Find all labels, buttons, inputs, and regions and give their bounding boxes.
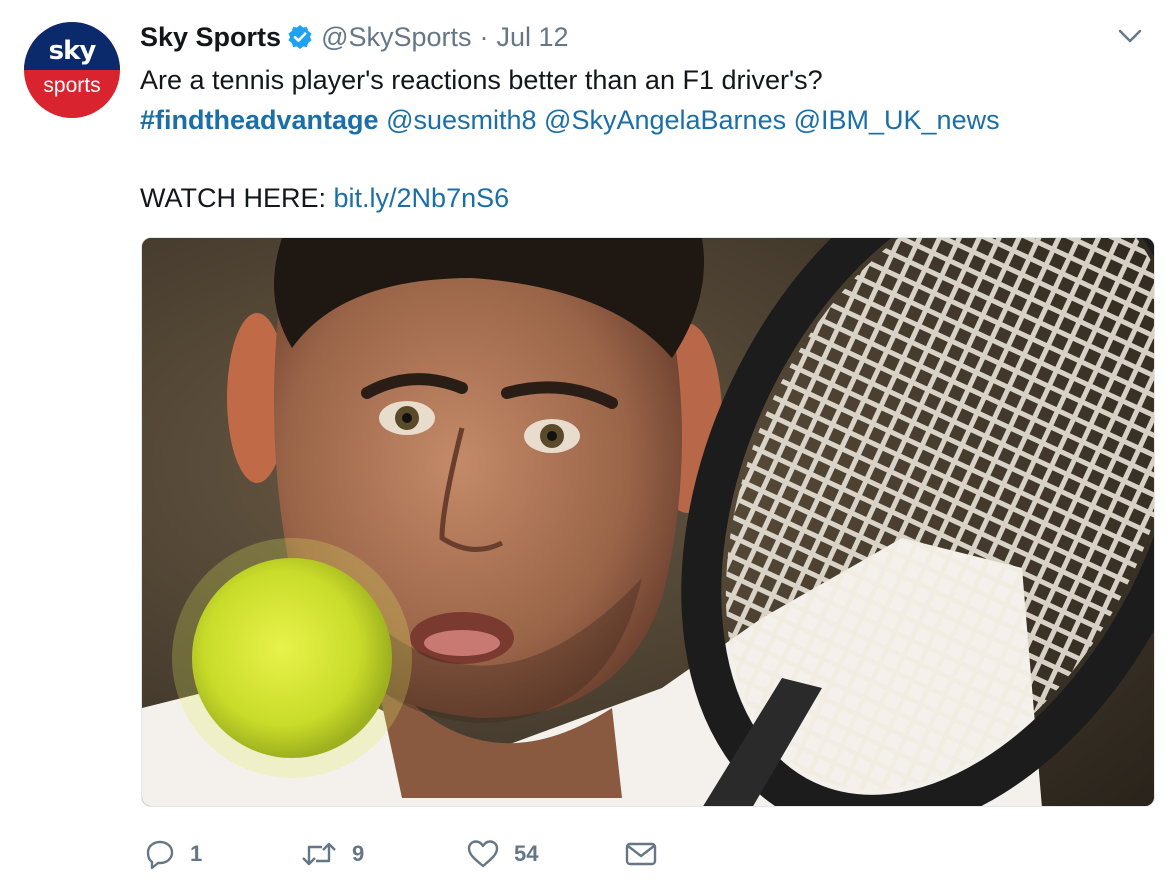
direct-message-button[interactable] (624, 832, 658, 876)
watch-label: WATCH HERE: (140, 183, 326, 213)
tweet-card: sky sports Sky Sports @SkySports · Jul 1… (0, 0, 1174, 888)
heart-icon (466, 838, 500, 870)
watch-line: WATCH HERE: bit.ly/2Nb7nS6 (140, 178, 1000, 218)
envelope-icon (624, 839, 658, 869)
tweet-tags-line: #findtheadvantage @suesmith8 @SkyAngelaB… (140, 100, 1000, 140)
mention-link[interactable]: @SkyAngelaBarnes (544, 105, 786, 135)
reply-count: 1 (190, 841, 203, 866)
mention-link[interactable]: @suesmith8 (386, 105, 536, 135)
tweet-text: Are a tennis player's reactions better t… (140, 60, 1000, 218)
header-separator: · (479, 22, 489, 52)
hashtag-link[interactable]: #findtheadvantage (140, 105, 379, 135)
retweet-icon (300, 838, 338, 870)
like-button[interactable]: 54 (466, 832, 538, 876)
tweet-header: Sky Sports @SkySports · Jul 12 (140, 20, 569, 54)
tweet-text-line: Are a tennis player's reactions better t… (140, 65, 823, 95)
retweet-count: 9 (352, 841, 365, 866)
tweet-date[interactable]: Jul 12 (497, 20, 569, 54)
retweet-button[interactable]: 9 (300, 832, 364, 876)
avatar-sports-text: sports (43, 74, 101, 97)
chevron-down-icon[interactable] (1118, 28, 1142, 44)
reply-icon (144, 838, 176, 870)
verified-badge-icon (287, 24, 313, 50)
reply-button[interactable]: 1 (144, 832, 202, 876)
like-count: 54 (514, 841, 539, 866)
avatar[interactable]: sky sports (24, 22, 120, 118)
url-link[interactable]: bit.ly/2Nb7nS6 (334, 183, 510, 213)
mention-link[interactable]: @IBM_UK_news (794, 105, 1000, 135)
display-name[interactable]: Sky Sports (140, 20, 281, 54)
avatar-sky-text: sky (48, 36, 97, 66)
tweet-photo[interactable] (141, 237, 1155, 807)
user-handle[interactable]: @SkySports (321, 20, 471, 54)
